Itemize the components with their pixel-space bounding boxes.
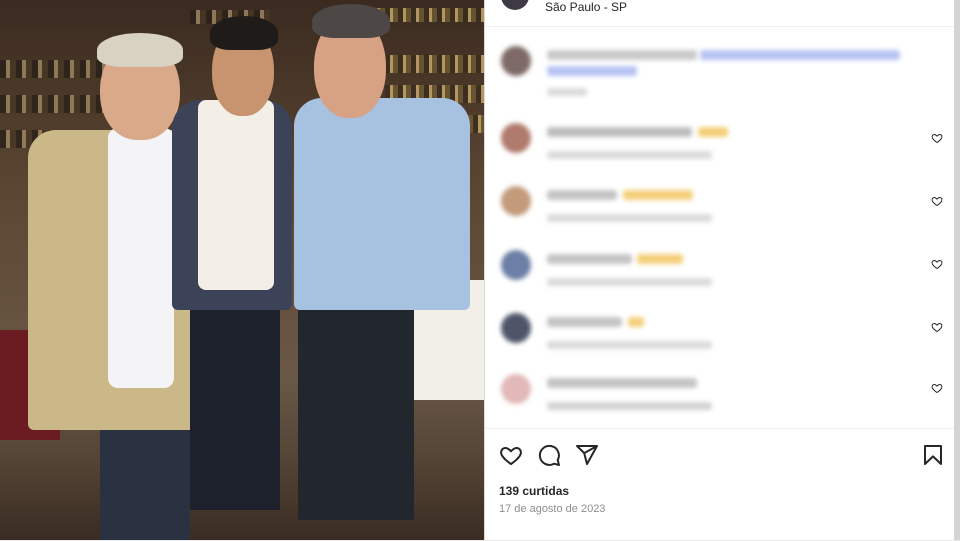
paper-plane-icon[interactable] bbox=[575, 443, 599, 467]
commenter-avatar[interactable] bbox=[501, 250, 531, 280]
blurred-meta bbox=[547, 402, 712, 410]
post-header: São Paulo - SP bbox=[485, 0, 955, 27]
likes-count[interactable]: 139 curtidas bbox=[499, 484, 569, 498]
instagram-post-panel: São Paulo - SP 139 curtidas 17 de agosto… bbox=[484, 0, 955, 540]
bookmark-icon[interactable] bbox=[921, 443, 945, 467]
author-avatar[interactable] bbox=[501, 0, 529, 10]
comment-blurred bbox=[485, 313, 955, 363]
blurred-meta bbox=[547, 151, 712, 159]
commenter-avatar[interactable] bbox=[501, 186, 531, 216]
blurred-text bbox=[547, 50, 697, 60]
comment-blurred bbox=[485, 123, 955, 173]
small-heart-icon[interactable] bbox=[931, 132, 943, 144]
small-heart-icon[interactable] bbox=[931, 258, 943, 270]
blurred-emoji bbox=[637, 254, 683, 264]
blurred-text bbox=[547, 127, 692, 137]
blurred-text bbox=[547, 317, 622, 327]
comment-bubble-icon[interactable] bbox=[537, 443, 561, 467]
small-heart-icon[interactable] bbox=[931, 195, 943, 207]
blurred-link bbox=[547, 66, 637, 76]
commenter-avatar[interactable] bbox=[501, 46, 531, 76]
background-shelf bbox=[385, 55, 484, 73]
comment-blurred bbox=[485, 250, 955, 300]
blurred-link bbox=[700, 50, 900, 60]
page-edge bbox=[954, 0, 960, 540]
blurred-emoji bbox=[623, 190, 693, 200]
caption-blurred bbox=[485, 46, 955, 96]
blurred-text bbox=[547, 254, 632, 264]
blurred-timestamp bbox=[547, 88, 587, 96]
blurred-emoji bbox=[698, 127, 728, 137]
blurred-text bbox=[547, 190, 617, 200]
post-photo bbox=[0, 0, 484, 540]
blurred-emoji bbox=[628, 317, 644, 327]
heart-icon[interactable] bbox=[499, 443, 523, 467]
commenter-avatar[interactable] bbox=[501, 313, 531, 343]
blurred-text bbox=[547, 378, 697, 388]
small-heart-icon[interactable] bbox=[931, 321, 943, 333]
commenter-avatar[interactable] bbox=[501, 123, 531, 153]
comment-blurred bbox=[485, 186, 955, 236]
blurred-meta bbox=[547, 341, 712, 349]
post-date[interactable]: 17 de agosto de 2023 bbox=[499, 503, 605, 515]
post-location[interactable]: São Paulo - SP bbox=[545, 0, 627, 14]
small-heart-icon[interactable] bbox=[931, 382, 943, 394]
blurred-meta bbox=[547, 214, 712, 222]
blurred-meta bbox=[547, 278, 712, 286]
post-actions: 139 curtidas 17 de agosto de 2023 bbox=[485, 428, 955, 541]
commenter-avatar[interactable] bbox=[501, 374, 531, 404]
comment-blurred bbox=[485, 374, 955, 424]
